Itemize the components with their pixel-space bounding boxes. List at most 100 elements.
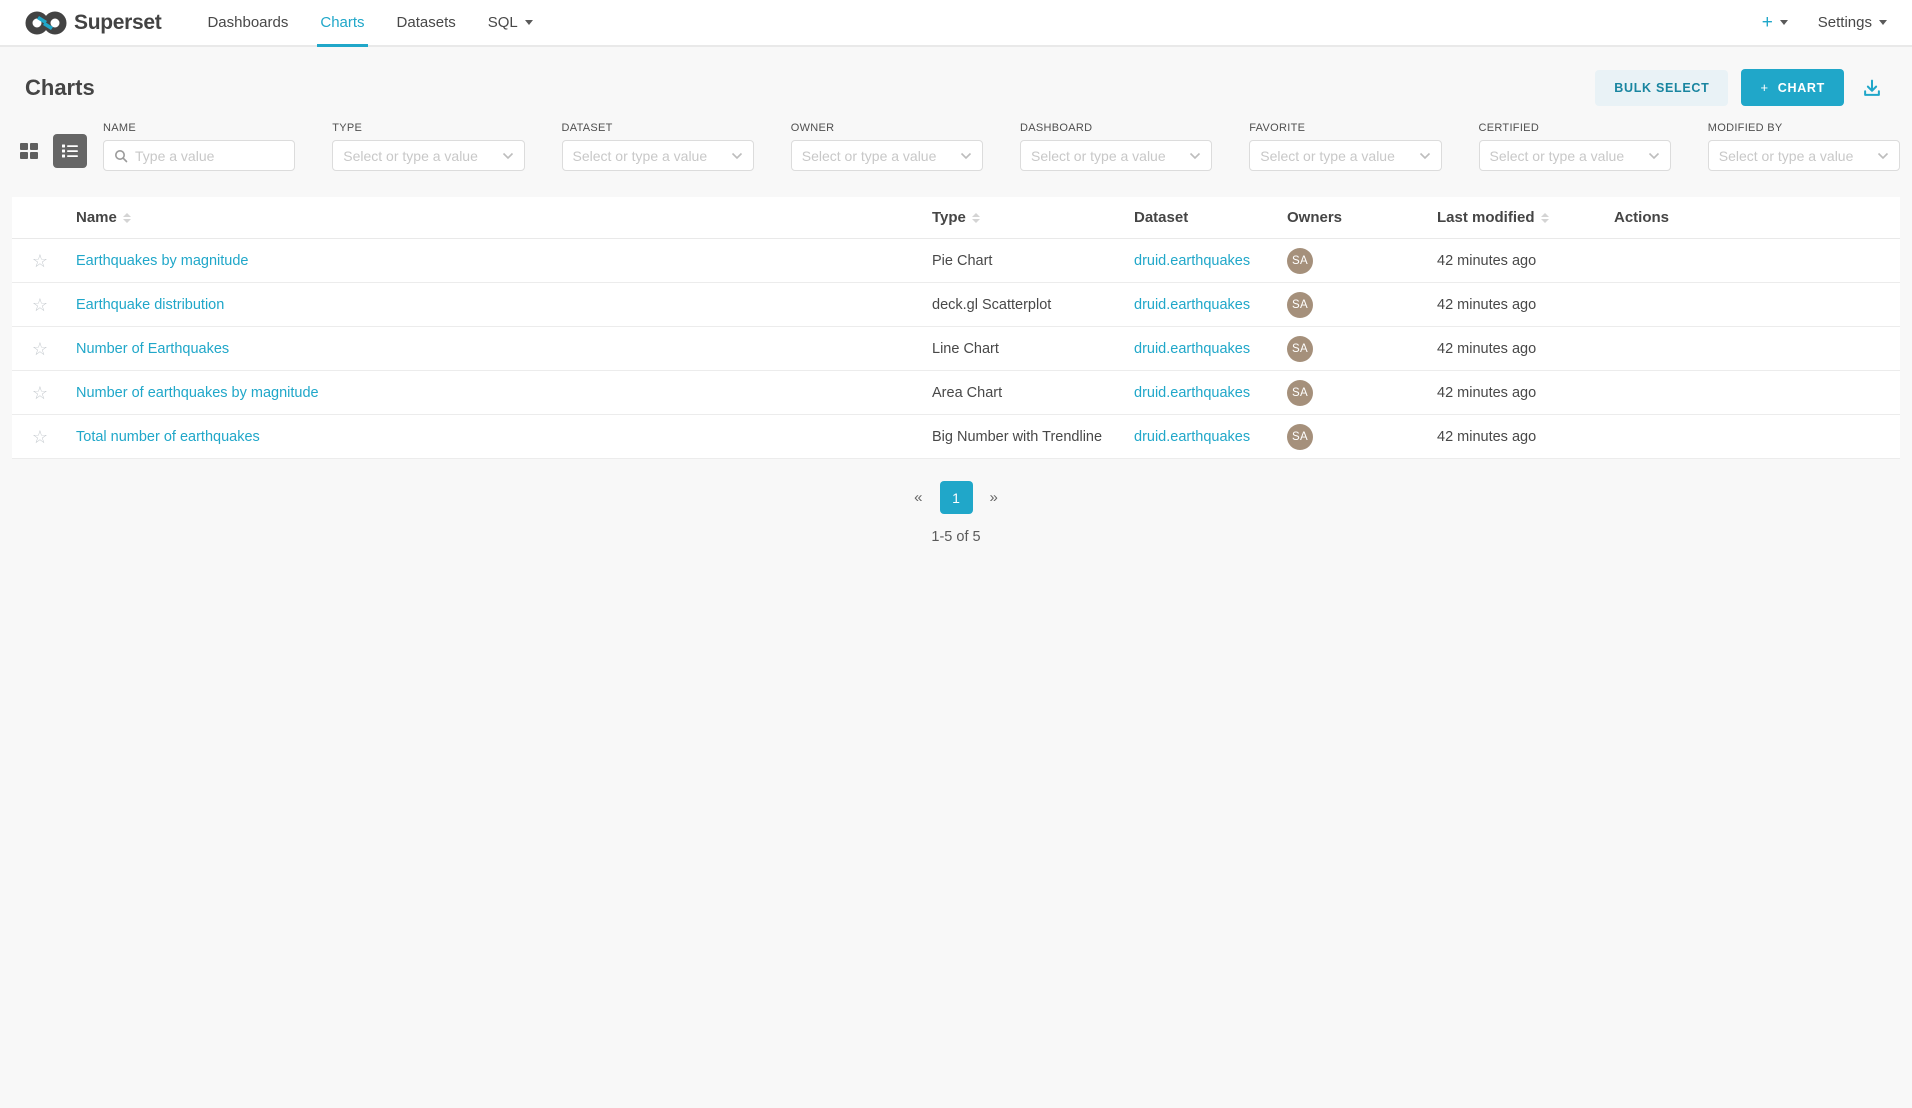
grid-view-icon <box>17 139 41 163</box>
sort-icon <box>1541 213 1549 223</box>
settings-label: Settings <box>1818 14 1872 31</box>
table-row: ☆ Number of earthquakes by magnitude Are… <box>12 371 1900 415</box>
nav-item-dashboards[interactable]: Dashboards <box>191 0 304 45</box>
filter-name-input[interactable] <box>135 148 284 164</box>
new-item-menu[interactable]: + <box>1762 13 1788 32</box>
favorite-star-icon[interactable]: ☆ <box>32 340 48 358</box>
chevron-down-icon <box>1189 152 1201 160</box>
sort-by-type[interactable]: Type <box>932 209 980 226</box>
filter-dataset-select[interactable]: Select or type a value <box>562 140 754 171</box>
filter-type-select[interactable]: Select or type a value <box>332 140 524 171</box>
page-title: Charts <box>25 75 95 101</box>
chevron-down-icon <box>525 20 533 25</box>
nav-item-sql[interactable]: SQL <box>472 0 549 45</box>
favorite-star-icon[interactable]: ☆ <box>32 428 48 446</box>
chart-name-link[interactable]: Number of Earthquakes <box>76 341 229 357</box>
chevron-down-icon <box>731 152 743 160</box>
owner-avatar[interactable]: SA <box>1287 248 1313 274</box>
favorite-star-icon[interactable]: ☆ <box>32 296 48 314</box>
chart-type: deck.gl Scatterplot <box>920 297 1122 313</box>
last-modified: 42 minutes ago <box>1425 297 1602 313</box>
nav-item-datasets[interactable]: Datasets <box>381 0 472 45</box>
import-charts-button[interactable] <box>1857 73 1887 103</box>
chart-name-link[interactable]: Earthquakes by magnitude <box>76 253 249 269</box>
add-chart-label: CHART <box>1778 81 1825 95</box>
header-actions: BULK SELECT + CHART <box>1595 69 1887 106</box>
page-1-button[interactable]: 1 <box>940 481 973 514</box>
download-icon <box>1861 77 1883 99</box>
dataset-link[interactable]: druid.earthquakes <box>1134 385 1250 401</box>
nav-item-charts[interactable]: Charts <box>304 0 380 45</box>
chevron-down-icon <box>960 152 972 160</box>
settings-menu[interactable]: Settings <box>1818 14 1887 31</box>
list-view-icon <box>60 141 80 161</box>
navbar: Superset Dashboards Charts Datasets SQL … <box>0 0 1912 47</box>
owner-avatar[interactable]: SA <box>1287 292 1313 318</box>
sort-by-name[interactable]: Name <box>76 209 131 226</box>
column-header-last-modified-label: Last modified <box>1437 209 1535 226</box>
column-header-actions: Actions <box>1602 209 1900 226</box>
column-header-dataset: Dataset <box>1122 209 1275 226</box>
bulk-select-button[interactable]: BULK SELECT <box>1595 70 1728 106</box>
pagination-area: « 1 » 1-5 of 5 <box>0 481 1912 545</box>
list-view-toggle[interactable] <box>53 134 87 168</box>
card-view-toggle[interactable] <box>16 138 42 164</box>
filters: NAME TYPE Select or type a value <box>103 122 1900 171</box>
chevron-down-icon <box>1648 152 1660 160</box>
pagination-summary: 1-5 of 5 <box>931 529 980 545</box>
chart-name-link[interactable]: Total number of earthquakes <box>76 429 260 445</box>
filter-name-control <box>103 140 295 171</box>
plus-icon: + <box>1760 80 1768 95</box>
select-placeholder: Select or type a value <box>802 148 953 164</box>
table-header-row: Name Type Dataset Owners Last modified A… <box>12 197 1900 239</box>
table-row: ☆ Earthquakes by magnitude Pie Chart dru… <box>12 239 1900 283</box>
select-placeholder: Select or type a value <box>1260 148 1411 164</box>
chevron-down-icon <box>1780 20 1788 25</box>
select-placeholder: Select or type a value <box>1719 148 1870 164</box>
select-placeholder: Select or type a value <box>1490 148 1641 164</box>
column-header-type-label: Type <box>932 209 966 226</box>
favorite-star-icon[interactable]: ☆ <box>32 252 48 270</box>
filter-favorite-label: FAVORITE <box>1249 122 1441 134</box>
last-modified: 42 minutes ago <box>1425 385 1602 401</box>
filter-name: NAME <box>103 122 295 171</box>
filter-certified-select[interactable]: Select or type a value <box>1479 140 1671 171</box>
filter-certified-label: CERTIFIED <box>1479 122 1671 134</box>
chevron-down-icon <box>1419 152 1431 160</box>
previous-page-button[interactable]: « <box>905 483 931 512</box>
dataset-link[interactable]: druid.earthquakes <box>1134 341 1250 357</box>
dataset-link[interactable]: druid.earthquakes <box>1134 429 1250 445</box>
superset-logo[interactable]: Superset <box>25 0 161 45</box>
owner-avatar[interactable]: SA <box>1287 336 1313 362</box>
chart-name-link[interactable]: Number of earthquakes by magnitude <box>76 385 319 401</box>
sort-icon <box>972 213 980 223</box>
filter-owner: OWNER Select or type a value <box>791 122 983 171</box>
dataset-link[interactable]: druid.earthquakes <box>1134 253 1250 269</box>
select-placeholder: Select or type a value <box>1031 148 1182 164</box>
filter-modified-by-select[interactable]: Select or type a value <box>1708 140 1900 171</box>
add-chart-button[interactable]: + CHART <box>1741 69 1844 106</box>
column-header-type: Type <box>920 209 1122 226</box>
favorite-star-icon[interactable]: ☆ <box>32 384 48 402</box>
filter-name-label: NAME <box>103 122 295 134</box>
filter-type-label: TYPE <box>332 122 524 134</box>
main-nav: Dashboards Charts Datasets SQL <box>191 0 548 45</box>
filter-dashboard-select[interactable]: Select or type a value <box>1020 140 1212 171</box>
chart-type: Big Number with Trendline <box>920 429 1122 445</box>
dataset-link[interactable]: druid.earthquakes <box>1134 297 1250 313</box>
brand-name: Superset <box>74 11 161 35</box>
filter-bar: NAME TYPE Select or type a value <box>16 122 1900 171</box>
filter-dataset-label: DATASET <box>562 122 754 134</box>
filter-favorite: FAVORITE Select or type a value <box>1249 122 1441 171</box>
next-page-button[interactable]: » <box>981 483 1007 512</box>
chart-name-link[interactable]: Earthquake distribution <box>76 297 224 313</box>
owner-avatar[interactable]: SA <box>1287 424 1313 450</box>
table-row: ☆ Earthquake distribution deck.gl Scatte… <box>12 283 1900 327</box>
select-placeholder: Select or type a value <box>343 148 494 164</box>
sort-by-last-modified[interactable]: Last modified <box>1437 209 1549 226</box>
filter-favorite-select[interactable]: Select or type a value <box>1249 140 1441 171</box>
owner-avatar[interactable]: SA <box>1287 380 1313 406</box>
filter-owner-select[interactable]: Select or type a value <box>791 140 983 171</box>
nav-item-sql-label: SQL <box>488 14 518 31</box>
charts-table: Name Type Dataset Owners Last modified A… <box>12 197 1900 459</box>
